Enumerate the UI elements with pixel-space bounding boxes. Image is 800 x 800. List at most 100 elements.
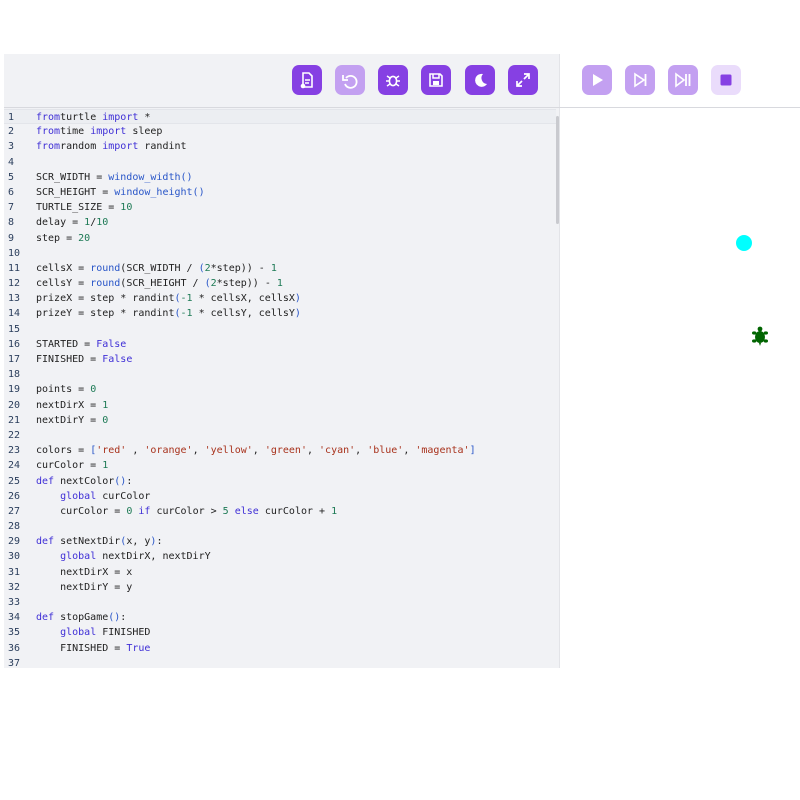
line-number: 19	[8, 384, 21, 396]
line-number: 10	[8, 247, 21, 259]
code-line[interactable]: 12 cellsY = round(SCR_HEIGHT / (2*step)) …	[4, 276, 556, 291]
line-text: global FINISHED	[60, 627, 151, 639]
code-line[interactable]: 17 FINISHED = False	[4, 352, 556, 367]
code-line[interactable]: 30 global nextDirX, nextDirY	[4, 549, 556, 564]
code-line[interactable]: 2 fromtime import sleep	[4, 124, 556, 139]
code-line[interactable]: 22	[4, 428, 556, 443]
line-text: points = 0	[36, 384, 97, 396]
code-line[interactable]: 8 delay = 1/10	[4, 215, 556, 230]
stop-button[interactable]	[711, 65, 741, 95]
line-number: 34	[8, 612, 21, 624]
line-text: def nextColor():	[36, 475, 133, 487]
line-number: 1	[8, 112, 15, 123]
line-number: 11	[8, 262, 21, 274]
step-pause-icon	[675, 72, 691, 88]
line-number: 24	[8, 460, 21, 472]
code-line[interactable]: 32 nextDirY = y	[4, 580, 556, 595]
line-text: curColor = 1	[36, 460, 109, 472]
save-icon	[429, 73, 443, 87]
code-line[interactable]: 18	[4, 367, 556, 382]
code-line[interactable]: 21 nextDirY = 0	[4, 413, 556, 428]
line-text: nextDirX = 1	[36, 399, 109, 411]
line-number: 5	[8, 171, 15, 183]
theme-button[interactable]	[465, 65, 495, 95]
file-icon	[300, 72, 313, 89]
code-line[interactable]: 27 curColor = 0 if curColor > 5 else cur…	[4, 504, 556, 519]
line-text: cellsY = round(SCR_HEIGHT / (2*step)) - …	[36, 278, 283, 290]
code-line[interactable]: 7 TURTLE_SIZE = 10	[4, 200, 556, 215]
undo-button[interactable]	[335, 65, 365, 95]
line-number: 21	[8, 414, 21, 426]
code-line[interactable]: 36 FINISHED = True	[4, 641, 556, 656]
line-number: 20	[8, 399, 21, 411]
line-text: nextDirY = 0	[36, 414, 109, 426]
code-line[interactable]: 19 points = 0	[4, 382, 556, 397]
step-button[interactable]	[625, 65, 655, 95]
code-line[interactable]: 34 def stopGame():	[4, 610, 556, 625]
line-number: 4	[8, 156, 15, 168]
line-number: 16	[8, 338, 21, 350]
line-number: 12	[8, 278, 21, 290]
line-number: 29	[8, 536, 21, 548]
code-line[interactable]: 26 global curColor	[4, 489, 556, 504]
run-pane	[560, 54, 800, 668]
code-editor[interactable]: 1 fromturtle import * 2 fromtime import sle…	[4, 109, 556, 668]
code-line[interactable]: 4	[4, 155, 556, 170]
code-line[interactable]: 15	[4, 322, 556, 337]
expand-icon	[516, 73, 530, 87]
prize-dot	[736, 235, 752, 251]
line-text: prizeY = step * randint(-1 * cellsY, cel…	[36, 308, 301, 320]
line-text: FINISHED = True	[36, 642, 151, 654]
line-number: 37	[8, 657, 21, 668]
code-line[interactable]: 16 STARTED = False	[4, 337, 556, 352]
code-line[interactable]: 10	[4, 246, 556, 261]
line-text: fromrandom import randint	[36, 141, 187, 153]
code-line[interactable]: 6 SCR_HEIGHT = window_height()	[4, 185, 556, 200]
fullscreen-button[interactable]	[508, 65, 538, 95]
code-line[interactable]: 33	[4, 595, 556, 610]
code-line[interactable]: 11 cellsX = round(SCR_WIDTH / (2*step)) -…	[4, 261, 556, 276]
code-line[interactable]: 3 fromrandom import randint	[4, 139, 556, 154]
line-text: fromtime import sleep	[36, 126, 163, 138]
code-line[interactable]: 20 nextDirX = 1	[4, 398, 556, 413]
code-line[interactable]: 31 nextDirX = x	[4, 565, 556, 580]
code-line[interactable]: 37	[4, 656, 556, 668]
stop-icon	[720, 74, 732, 86]
line-text: delay = 1/10	[36, 217, 109, 229]
line-text: SCR_HEIGHT = window_height()	[36, 186, 205, 198]
code-line[interactable]: 23 colors = ['red' , 'orange', 'yellow', …	[4, 443, 556, 458]
line-number: 35	[8, 627, 21, 639]
code-line[interactable]: 14 prizeY = step * randint(-1 * cellsY, c…	[4, 306, 556, 321]
line-number: 14	[8, 308, 21, 320]
line-number: 9	[8, 232, 15, 244]
line-text: TURTLE_SIZE = 10	[36, 202, 133, 214]
code-line[interactable]: 28	[4, 519, 556, 534]
code-line[interactable]: 25 def nextColor():	[4, 474, 556, 489]
line-number: 13	[8, 293, 21, 305]
code-line[interactable]: 24 curColor = 1	[4, 458, 556, 473]
turtle-icon	[752, 326, 768, 346]
debug-button[interactable]	[378, 65, 408, 95]
line-text: def stopGame():	[36, 612, 127, 624]
code-line[interactable]: 13 prizeX = step * randint(-1 * cellsX, c…	[4, 291, 556, 306]
line-text: nextDirX = x	[36, 566, 133, 578]
run-button[interactable]	[582, 65, 612, 95]
file-icon-button[interactable]	[292, 65, 322, 95]
line-text: curColor = 0 if curColor > 5 else curCol…	[36, 505, 338, 517]
line-number: 33	[8, 597, 21, 608]
code-line[interactable]: 29 def setNextDir(x, y):	[4, 534, 556, 549]
code-line[interactable]: 1 fromturtle import *	[4, 109, 556, 125]
line-number: 18	[8, 369, 21, 381]
line-text: cellsX = round(SCR_WIDTH / (2*step)) - 1	[36, 262, 277, 274]
editor-toolbar	[4, 54, 560, 108]
code-line[interactable]: 5 SCR_WIDTH = window_width()	[4, 170, 556, 185]
line-text: global nextDirX, nextDirY	[60, 551, 211, 563]
continue-button[interactable]	[668, 65, 698, 95]
editor-scrollbar[interactable]	[556, 116, 559, 224]
line-text: global curColor	[60, 490, 151, 502]
line-text: FINISHED = False	[36, 354, 133, 365]
save-button[interactable]	[421, 65, 451, 95]
line-text: STARTED = False	[36, 338, 127, 350]
code-line[interactable]: 35 global FINISHED	[4, 625, 556, 640]
code-line[interactable]: 9 step = 20	[4, 231, 556, 246]
